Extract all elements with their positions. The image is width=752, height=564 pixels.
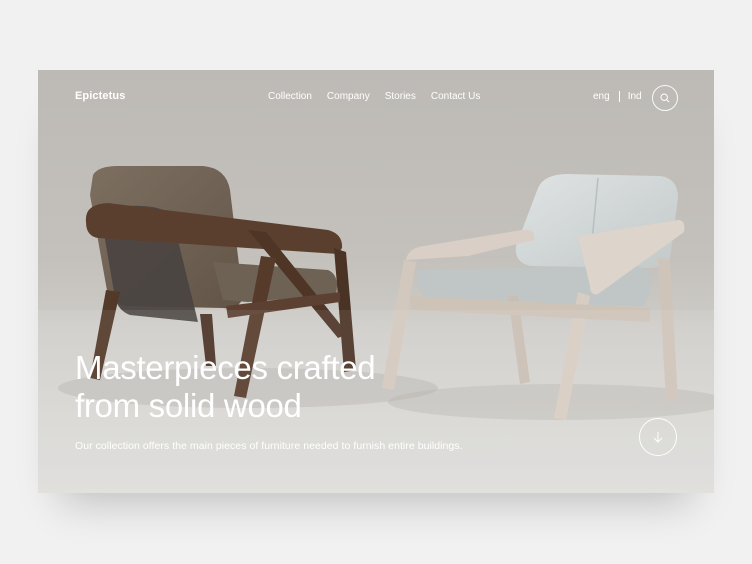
nav-item-collection[interactable]: Collection <box>268 91 312 102</box>
nav-item-contact-us[interactable]: Contact Us <box>431 91 480 102</box>
scroll-down-button[interactable] <box>639 418 677 456</box>
language-ind[interactable]: Ind <box>628 91 642 102</box>
search-button[interactable] <box>652 85 678 111</box>
hero-image <box>38 166 714 493</box>
nav-item-company[interactable]: Company <box>327 91 370 102</box>
hero-subtitle: Our collection offers the main pieces of… <box>75 440 463 452</box>
arrow-down-icon <box>653 432 663 443</box>
top-navigation: Epictetus Collection Company Stories Con… <box>38 70 714 126</box>
hero-card: Epictetus Collection Company Stories Con… <box>38 70 714 493</box>
language-divider <box>618 91 620 102</box>
hero-title-line2: from solid wood <box>75 387 302 424</box>
nav-item-stories[interactable]: Stories <box>385 91 416 102</box>
brand-logo[interactable]: Epictetus <box>75 90 125 102</box>
search-icon <box>660 93 670 103</box>
language-eng[interactable]: eng <box>593 91 610 102</box>
hero-title: Masterpieces crafted from solid wood <box>75 349 495 425</box>
hero-title-line1: Masterpieces crafted <box>75 349 376 386</box>
main-menu: Collection Company Stories Contact Us <box>268 91 480 102</box>
language-switcher: eng Ind <box>593 91 642 102</box>
